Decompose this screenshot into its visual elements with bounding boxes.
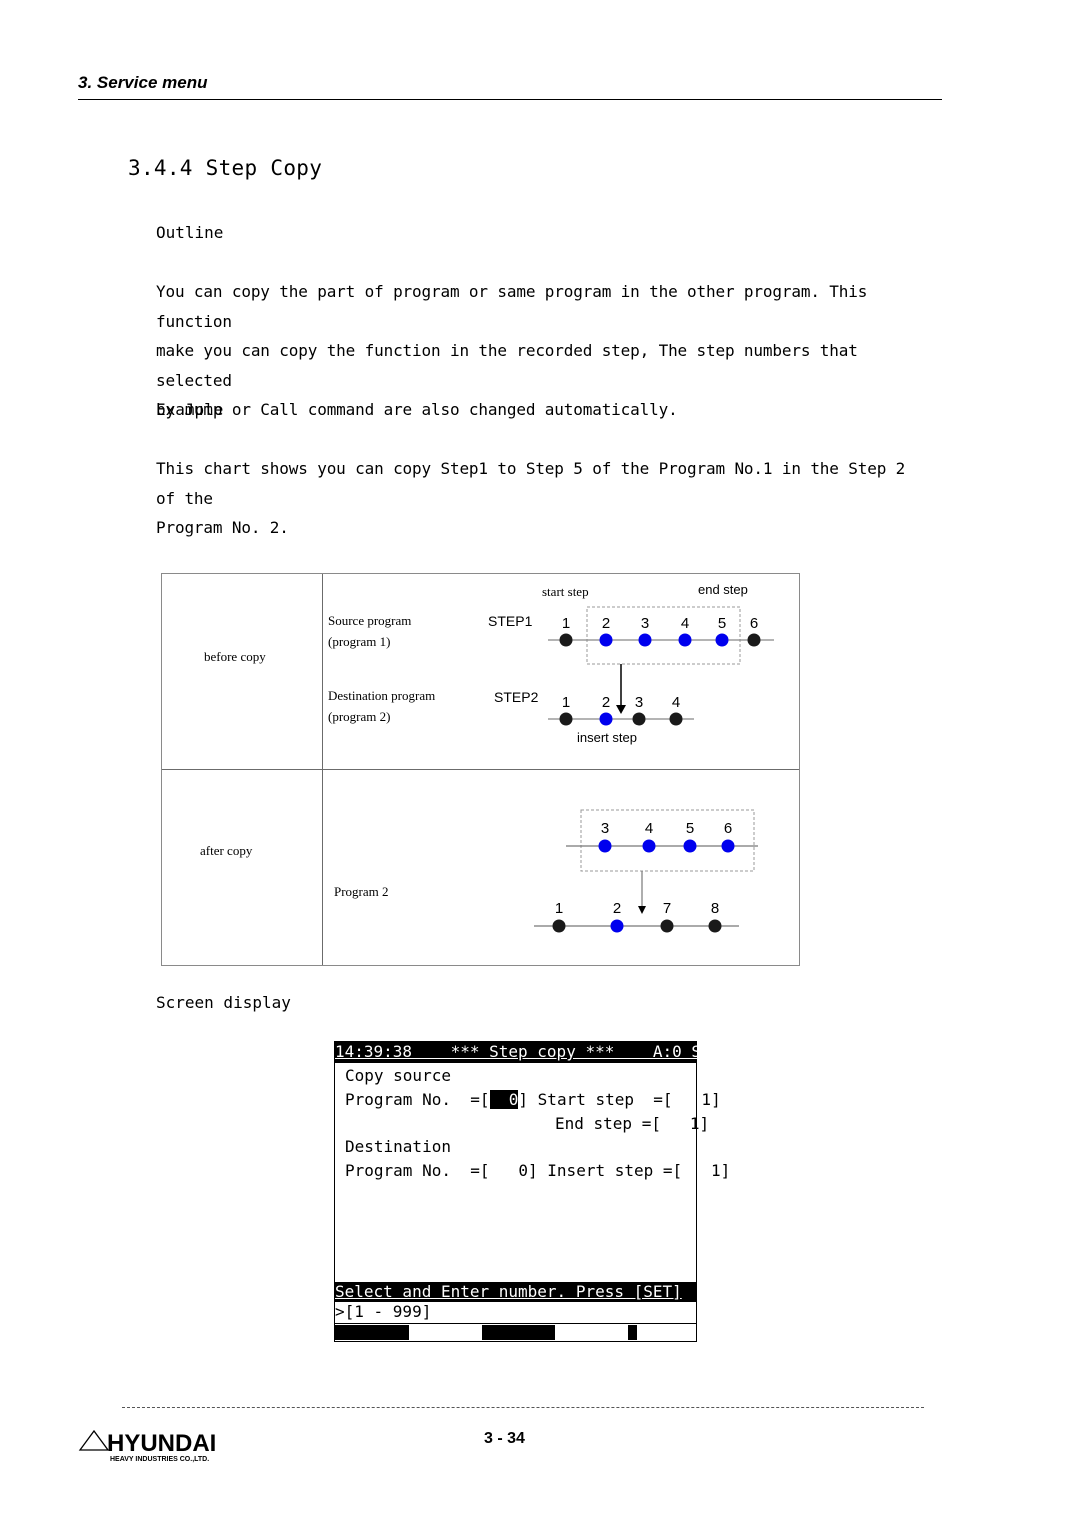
outline-line: You can copy the part of program or same… [156, 282, 868, 331]
source-step-node [638, 633, 652, 647]
program2-step-number: 8 [711, 900, 719, 917]
destination-step-node [599, 712, 613, 726]
teach-pendant-screen: 14:39:38 *** Step copy *** A:0 S:4 Copy … [334, 1041, 730, 1342]
destination-row[interactable]: Program No. =[ 0] Insert step =[ 1] [345, 1160, 730, 1182]
source-program-no-field[interactable]: 0 [489, 1090, 519, 1109]
copy-arrow-head [616, 705, 626, 714]
footer-rule [122, 1407, 924, 1408]
source-step-number: 2 [602, 615, 610, 632]
outline-paragraph: You can copy the part of program or same… [156, 277, 916, 425]
source-step-number: 4 [681, 615, 689, 632]
source-step-node [678, 633, 692, 647]
function-key-4[interactable] [555, 1325, 628, 1340]
destination-step-node [559, 712, 573, 726]
source-step-number: 6 [750, 615, 758, 632]
outline-heading: Outline [156, 223, 224, 242]
example-line: This chart shows you can copy Step1 to S… [156, 459, 906, 508]
logo-sub-text: HEAVY INDUSTRIES CO.,LTD. [110, 1456, 209, 1463]
step2-label: STEP2 [494, 689, 539, 705]
source-step-number: 1 [562, 615, 570, 632]
example-paragraph: This chart shows you can copy Step1 to S… [156, 454, 916, 543]
source-row: Program No. =[ 0] Start step =[ 1] [345, 1089, 721, 1111]
insert-arrow-head [638, 906, 646, 914]
program2-step-number: 1 [555, 900, 563, 917]
destination-step-node [632, 712, 646, 726]
logo-brand-text: HYUNDAI [107, 1430, 216, 1457]
after-copy-graphic: 3 4 5 6 1 2 7 8 [534, 809, 758, 933]
example-heading: Example [156, 400, 224, 419]
source-step-node [559, 633, 573, 647]
program2-step-node [708, 919, 722, 933]
outline-line: make you can copy the function in the re… [156, 341, 858, 390]
destination-step-number: 2 [602, 694, 610, 711]
program2-step-number: 7 [663, 900, 671, 917]
start-step-field[interactable]: ] Start step =[ 1] [518, 1090, 720, 1109]
logo-triangle-icon: HYUNDAI HEAVY INDUSTRIES CO.,LTD. [78, 1429, 216, 1463]
copy-source-label: Copy source [345, 1066, 451, 1085]
inserted-step-node [598, 839, 612, 853]
source-step-number: 5 [718, 615, 726, 632]
pendant-message-bar: Select and Enter number. Press [SET] [335, 1282, 696, 1302]
pendant-input-line[interactable]: >[1 - 999] [335, 1302, 696, 1324]
destination-label: Destination [345, 1137, 451, 1156]
program2-step-node [552, 919, 566, 933]
insert-step-label: insert step [577, 730, 637, 745]
program2-step-node [660, 919, 674, 933]
inserted-step-node [721, 839, 735, 853]
inserted-step-node [683, 839, 697, 853]
function-key-3[interactable] [482, 1325, 555, 1340]
header-rule [78, 99, 942, 100]
page-number: 3 - 34 [484, 1430, 525, 1447]
example-line: Program No. 2. [156, 518, 289, 537]
step1-label: STEP1 [488, 613, 533, 629]
before-copy-graphic: start step end step STEP1 STEP2 insert s… [488, 582, 774, 745]
hyundai-logo: HYUNDAI HEAVY INDUSTRIES CO.,LTD. [78, 1428, 238, 1469]
pendant-title-bar: 14:39:38 *** Step copy *** A:0 S:4 [335, 1042, 721, 1063]
program2-step-number: 2 [613, 900, 621, 917]
destination-step-node [669, 712, 683, 726]
source-step-node [747, 633, 761, 647]
destination-step-number: 4 [672, 694, 680, 711]
inserted-step-number: 5 [686, 820, 694, 837]
source-step-node [599, 633, 613, 647]
function-key-5[interactable] [628, 1325, 637, 1340]
function-key-2[interactable] [409, 1325, 482, 1340]
screen-display-heading: Screen display [156, 993, 291, 1012]
function-key-1[interactable] [335, 1325, 409, 1340]
inserted-step-number: 6 [724, 820, 732, 837]
end-step-field[interactable]: End step =[ 1] [555, 1113, 709, 1135]
section-title: 3.4.4 Step Copy [128, 156, 323, 180]
outline-line: by Jump or Call command are also changed… [156, 400, 678, 419]
destination-step-number: 3 [635, 694, 643, 711]
step-diagram-svg: start step end step STEP1 STEP2 insert s… [488, 582, 774, 933]
source-step-node [715, 633, 729, 647]
running-header: 3. Service menu [78, 73, 208, 92]
inserted-step-number: 4 [645, 820, 653, 837]
start-step-label: start step [542, 584, 589, 599]
inserted-step-node [642, 839, 656, 853]
step-copy-diagram: before copy after copy Source program (p… [161, 573, 800, 966]
inserted-step-number: 3 [601, 820, 609, 837]
program2-step-node [610, 919, 624, 933]
program-no-label: Program No. =[ [345, 1090, 490, 1109]
source-step-number: 3 [641, 615, 649, 632]
end-step-label: end step [698, 582, 748, 597]
destination-step-number: 1 [562, 694, 570, 711]
